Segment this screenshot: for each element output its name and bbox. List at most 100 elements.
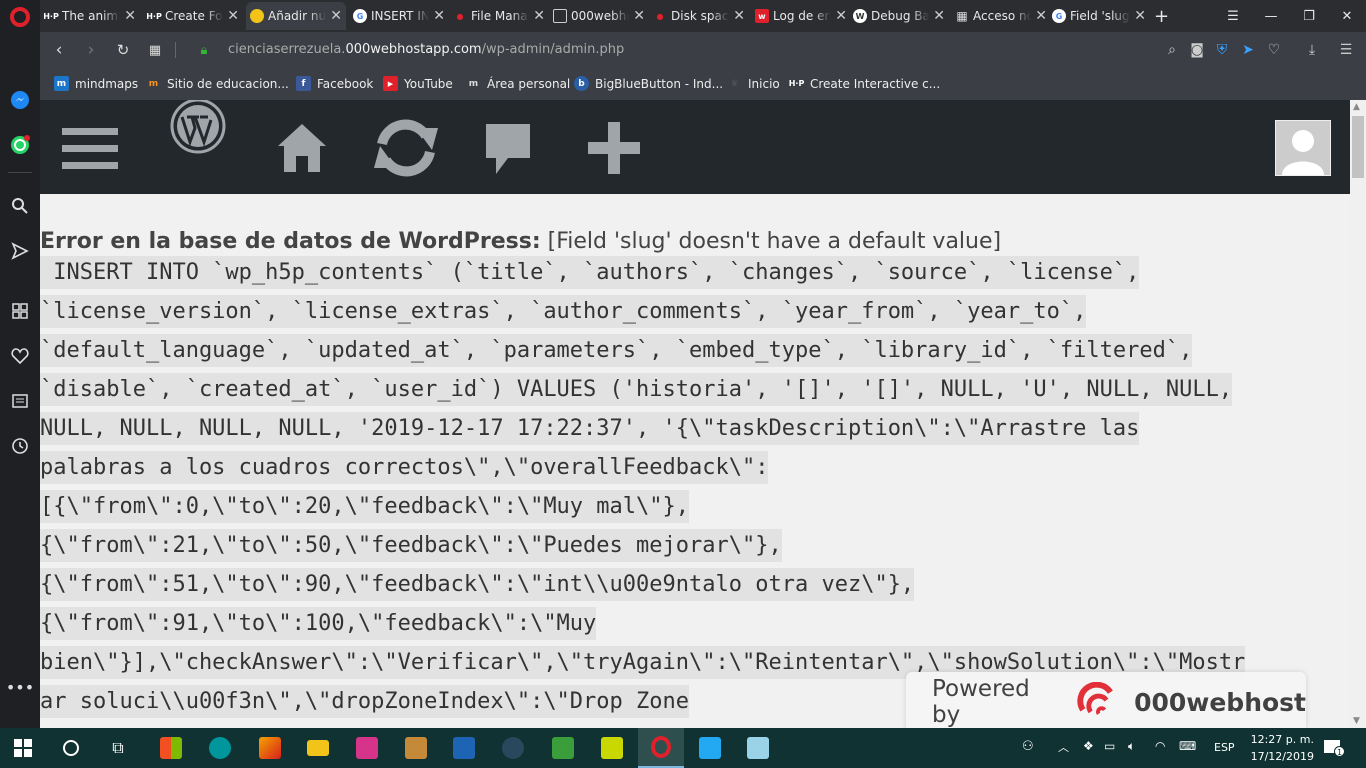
- bookmark-area-personal[interactable]: m Área personal: [466, 76, 570, 91]
- volume-icon[interactable]: 🔈︎: [1128, 739, 1135, 754]
- tab-1[interactable]: H·PCreate Form ✕: [143, 2, 243, 30]
- arduino-icon: [209, 737, 231, 759]
- shield-icon[interactable]: ⛨: [1212, 40, 1232, 60]
- tab-2[interactable]: Añadir nuevo✕: [246, 2, 346, 30]
- app-button[interactable]: [247, 728, 293, 768]
- keyboard-icon[interactable]: ⌨: [1179, 739, 1196, 753]
- close-icon[interactable]: ✕: [1134, 8, 1146, 24]
- download-icon[interactable]: ⤓: [1302, 40, 1322, 60]
- people-icon[interactable]: ⚇: [1022, 739, 1034, 754]
- close-icon[interactable]: ✕: [835, 8, 847, 24]
- close-icon[interactable]: ✕: [733, 8, 745, 24]
- wifi-icon[interactable]: ◠: [1155, 739, 1165, 753]
- file-explorer-button[interactable]: [295, 728, 341, 768]
- notification-count: 1: [1334, 746, 1345, 757]
- new-tab-button[interactable]: +: [1150, 2, 1172, 30]
- opera-menu-button[interactable]: [0, 0, 40, 34]
- tab-7[interactable]: w Log de errores ✕: [751, 2, 851, 30]
- search-button[interactable]: [48, 728, 94, 768]
- notification-button[interactable]: 1: [1323, 738, 1345, 758]
- vertical-scrollbar[interactable]: ▲ ▼: [1350, 100, 1366, 728]
- bookmark-inicio[interactable]: ♛ Inicio: [727, 76, 779, 91]
- home-icon[interactable]: [274, 120, 330, 176]
- scroll-up-icon[interactable]: ▲: [1353, 102, 1360, 112]
- bookmark-mindmaps[interactable]: m mindmaps: [54, 76, 138, 91]
- tab-3[interactable]: G INSERT INTO✕: [349, 2, 449, 30]
- lock-icon[interactable]: 🔒︎: [189, 32, 219, 68]
- history-button[interactable]: [0, 429, 40, 463]
- camera-icon[interactable]: ◙: [1187, 40, 1207, 60]
- chevron-up-icon[interactable]: ︿: [1058, 739, 1069, 755]
- m-icon: m: [54, 76, 69, 91]
- close-icon[interactable]: ✕: [227, 8, 239, 24]
- tab-4[interactable]: ● File Manager ✕: [449, 2, 549, 30]
- bookmark-create-interactive[interactable]: H·P Create Interactive c...: [789, 76, 940, 91]
- scrollbar-thumb[interactable]: [1352, 116, 1364, 178]
- menu-icon[interactable]: [60, 124, 120, 174]
- forward-icon[interactable]: ›: [76, 32, 106, 68]
- app2-button[interactable]: [344, 728, 390, 768]
- app3-button[interactable]: [393, 728, 439, 768]
- steam-button[interactable]: [490, 728, 536, 768]
- task-view-icon[interactable]: ⧉: [95, 728, 141, 768]
- bookmark-facebook[interactable]: f Facebook: [296, 76, 373, 91]
- scroll-down-icon[interactable]: ▼: [1353, 716, 1360, 726]
- minimize-icon[interactable]: —: [1252, 0, 1290, 32]
- reload-icon[interactable]: ↻: [108, 32, 138, 68]
- more-icon[interactable]: •••: [0, 670, 40, 704]
- bookmarks-button[interactable]: [0, 339, 40, 373]
- camtasia-button[interactable]: [540, 728, 586, 768]
- powered-by-badge[interactable]: Powered by 000webhost: [906, 672, 1306, 728]
- clock[interactable]: 12:27 p. m. 17/12/2019: [1251, 731, 1314, 765]
- bookmark-bigbluebutton[interactable]: b BigBlueButton - Ind...: [574, 76, 723, 91]
- close-icon[interactable]: ✕: [533, 8, 545, 24]
- tab-5[interactable]: 000webhost ✕: [549, 2, 649, 30]
- back-icon[interactable]: ‹: [44, 32, 74, 68]
- speed-dial-button[interactable]: [0, 294, 40, 328]
- add-new-icon[interactable]: [586, 120, 642, 176]
- avatar[interactable]: [1275, 120, 1331, 176]
- tab-10[interactable]: G Field 'slug' ✕: [1048, 2, 1150, 30]
- zoom-icon[interactable]: ⌕: [1162, 40, 1182, 60]
- easy-setup-icon[interactable]: ☰: [1336, 40, 1356, 60]
- search-button[interactable]: [0, 189, 40, 223]
- tab-8[interactable]: W Debug Bar ✕: [849, 2, 949, 30]
- close-icon[interactable]: ✕: [124, 8, 136, 24]
- comments-icon[interactable]: [482, 120, 534, 180]
- close-window-icon[interactable]: ✕: [1328, 0, 1366, 32]
- close-icon[interactable]: ✕: [1035, 8, 1047, 24]
- virtualbox-button[interactable]: [441, 728, 487, 768]
- vscode-button[interactable]: [687, 728, 733, 768]
- arduino-button[interactable]: [197, 728, 243, 768]
- battery-icon[interactable]: ▭: [1104, 739, 1115, 753]
- tab-9[interactable]: ▦ Acceso no ✕: [951, 2, 1051, 30]
- app4-button[interactable]: [589, 728, 635, 768]
- flow-button[interactable]: [0, 234, 40, 268]
- heart-icon[interactable]: ♡: [1264, 40, 1284, 60]
- close-icon[interactable]: ✕: [933, 8, 945, 24]
- close-icon[interactable]: ✕: [633, 8, 645, 24]
- url-field[interactable]: cienciaserrezuela.000webhostapp.com/wp-a…: [228, 42, 624, 57]
- bookmark-sitio-educacion[interactable]: m Sitio de educacion...: [146, 76, 289, 91]
- tab-menu-icon[interactable]: ☰: [1214, 0, 1252, 32]
- wordpress-logo-icon[interactable]: [168, 100, 228, 156]
- messenger-button[interactable]: [0, 83, 40, 117]
- tabs-grid-icon[interactable]: ▦: [140, 32, 170, 68]
- start-button[interactable]: [0, 728, 46, 768]
- store-button[interactable]: [148, 728, 194, 768]
- tab-0[interactable]: H·PThe animal ✕: [40, 2, 140, 30]
- virtualbox-icon: [453, 737, 475, 759]
- send-icon[interactable]: ➤: [1238, 40, 1258, 60]
- opera-taskbar-button[interactable]: [638, 728, 684, 768]
- language-indicator[interactable]: ESP: [1214, 741, 1235, 754]
- notepad-button[interactable]: [735, 728, 781, 768]
- whatsapp-button[interactable]: [0, 128, 40, 162]
- tab-6[interactable]: ● Disk space ✕: [649, 2, 749, 30]
- updates-icon[interactable]: [368, 118, 444, 178]
- dropbox-icon[interactable]: ❖: [1083, 739, 1094, 753]
- restore-icon[interactable]: ❐: [1290, 0, 1328, 32]
- bookmark-youtube[interactable]: ▶ YouTube: [383, 76, 453, 91]
- close-icon[interactable]: ✕: [433, 8, 445, 24]
- news-button[interactable]: [0, 384, 40, 418]
- close-icon[interactable]: ✕: [330, 8, 342, 24]
